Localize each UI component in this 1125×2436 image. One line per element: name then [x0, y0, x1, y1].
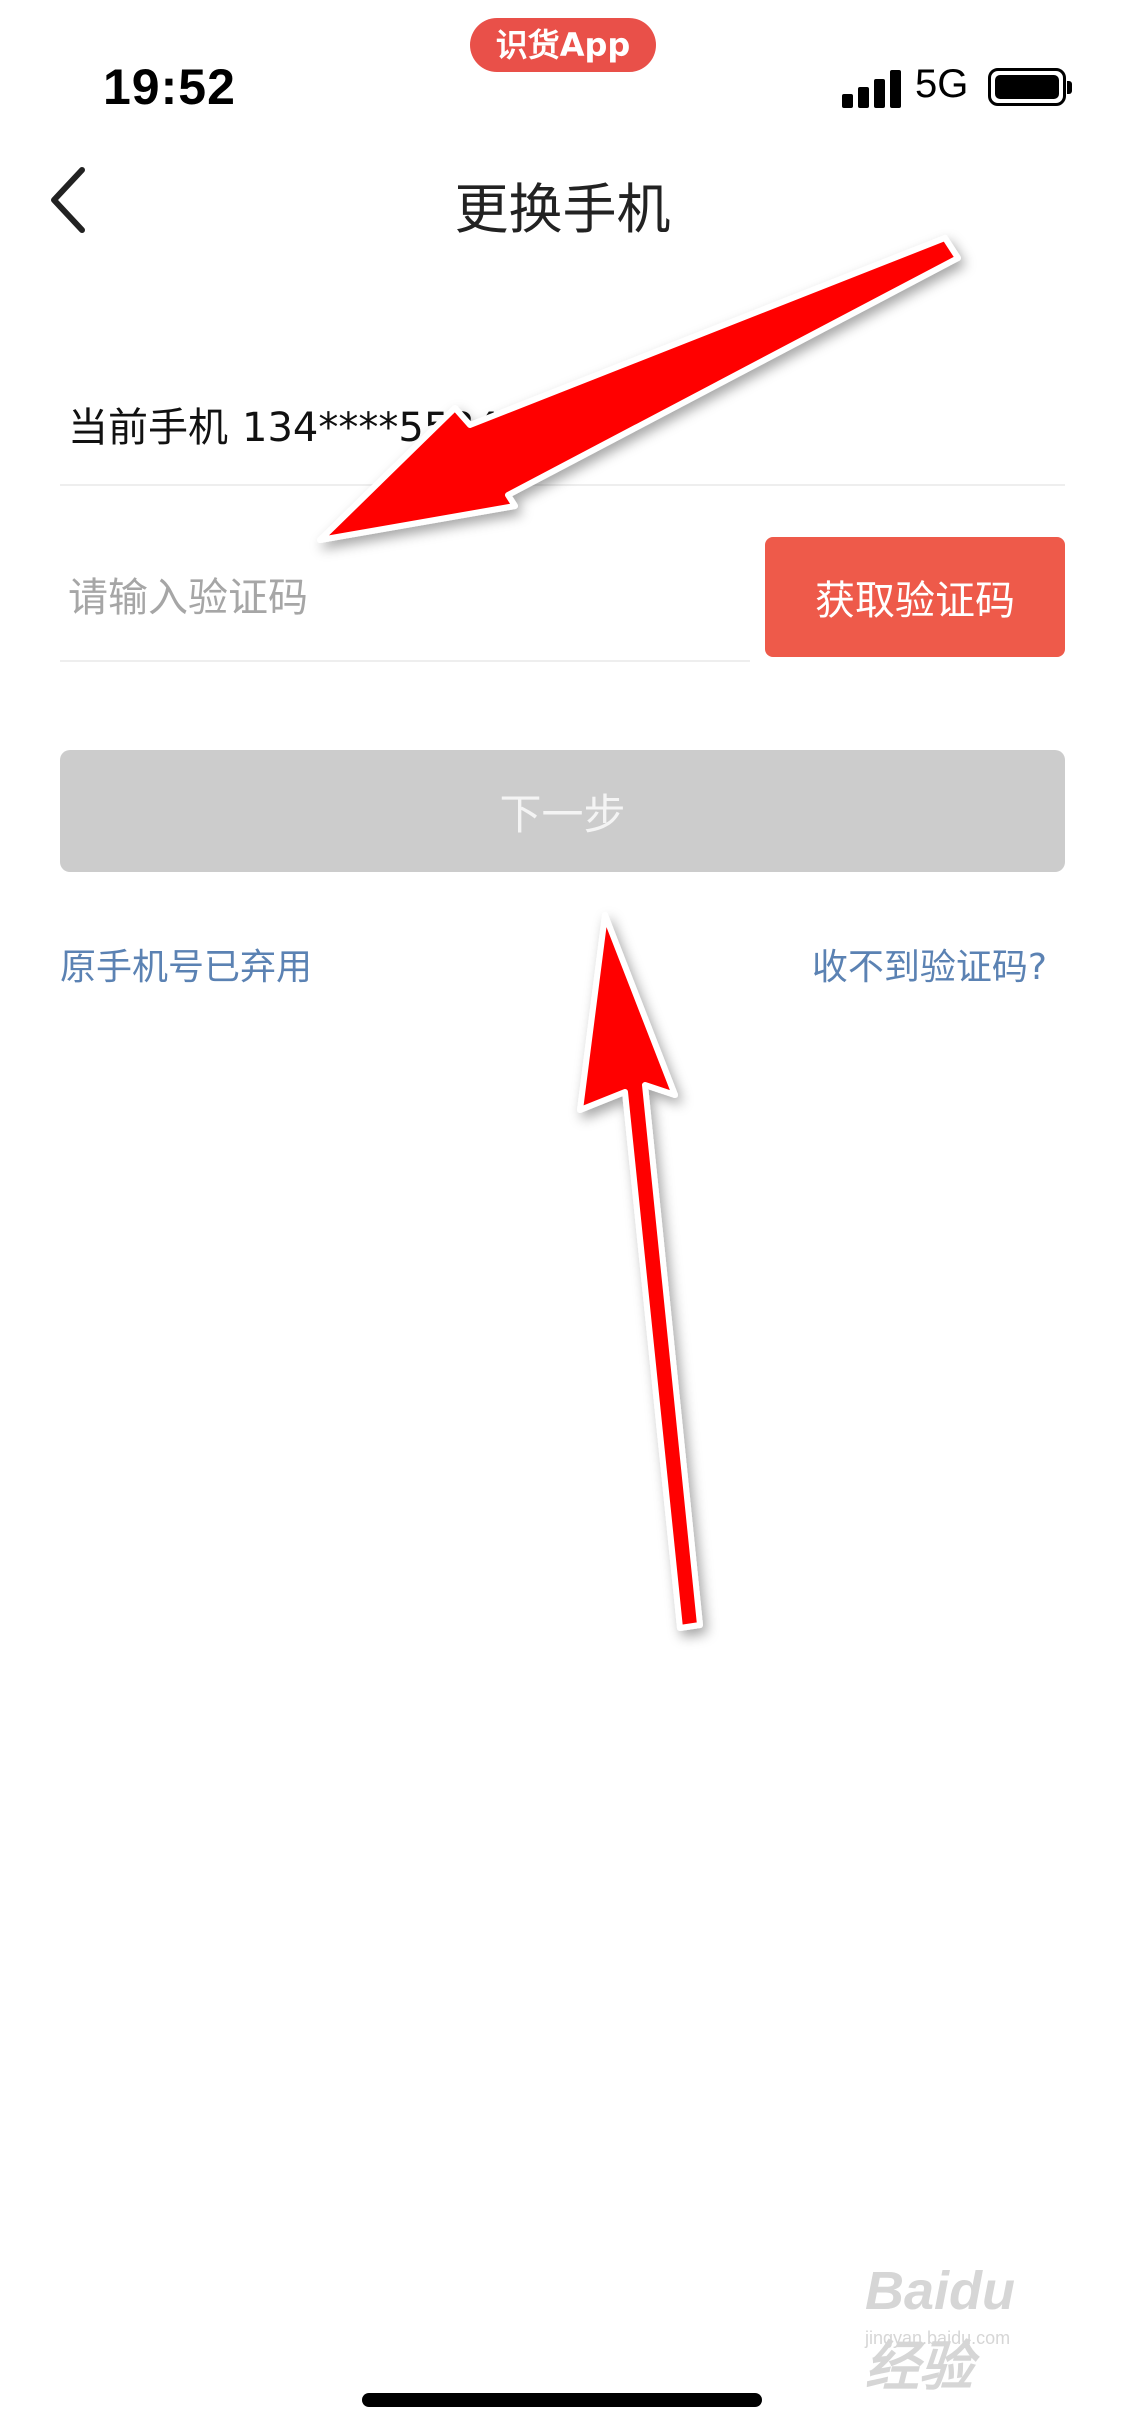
annotation-arrows [317, 235, 961, 1631]
watermark-url-text: jingyan.baidu.com [865, 2328, 1011, 2348]
annotation-arrow-up-icon [577, 912, 703, 1631]
annotation-arrow-left-icon [317, 235, 961, 543]
current-phone-row: 当前手机 134****5534 [68, 395, 500, 453]
verification-code-input[interactable] [60, 538, 750, 658]
return-to-app-pill[interactable]: 识货App [470, 18, 656, 72]
divider [60, 484, 1065, 486]
abandoned-phone-link[interactable]: 原手机号已弃用 [60, 938, 312, 990]
network-type: 5G [915, 62, 969, 106]
page-title: 更换手机 [454, 178, 671, 241]
cellular-signal-icon [842, 70, 902, 108]
status-bar: 19:52 识货App 5G [0, 0, 1125, 140]
status-time: 19:52 [103, 59, 236, 115]
next-step-button[interactable]: 下一步 [60, 750, 1065, 872]
home-indicator[interactable] [362, 2393, 762, 2407]
get-code-button[interactable]: 获取验证码 [765, 537, 1065, 657]
current-phone-number: 134****5534 [242, 405, 501, 451]
change-phone-screen: 19:52 识货App 5G 更换手机 当前手机 134****5534 获取验证… [0, 0, 1125, 2436]
no-code-received-link[interactable]: 收不到验证码? [812, 938, 1047, 990]
current-phone-label: 当前手机 [68, 405, 228, 451]
battery-icon [988, 68, 1072, 106]
divider [60, 660, 750, 662]
baidu-jingyan-watermark: Baidu 经验 jingyan.baidu.com [845, 2250, 1070, 2397]
